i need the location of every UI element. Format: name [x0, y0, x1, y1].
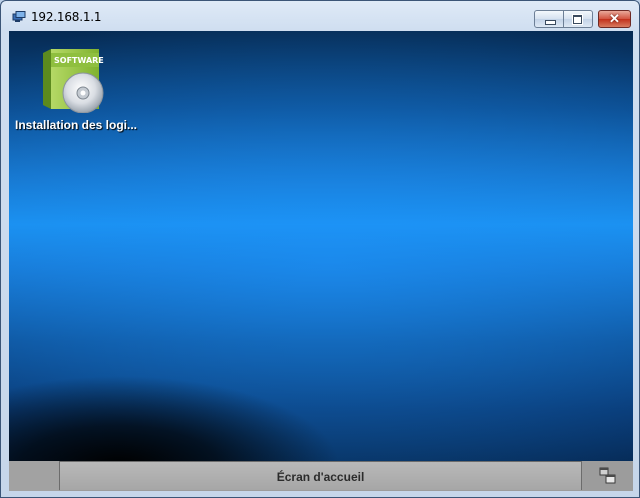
remote-session-window: 192.168.1.1 ✕ SOFTWARE Installation des … [0, 0, 640, 498]
home-screen-tab[interactable]: Écran d'accueil [59, 461, 582, 490]
desktop-icon-software-install[interactable]: SOFTWARE Installation des logi... [13, 45, 141, 135]
minimize-icon [545, 20, 556, 25]
close-button[interactable]: ✕ [598, 10, 631, 28]
minimize-button[interactable] [534, 10, 564, 28]
session-taskbar: Écran d'accueil [9, 461, 633, 491]
title-bar[interactable]: 192.168.1.1 ✕ [1, 1, 639, 31]
maximize-button[interactable] [564, 10, 593, 28]
remote-desktop-area[interactable]: SOFTWARE Installation des logi... [9, 31, 633, 461]
window-title: 192.168.1.1 [31, 10, 102, 24]
window-switch-icon[interactable] [598, 466, 618, 486]
home-screen-label: Écran d'accueil [276, 470, 365, 484]
close-icon: ✕ [609, 11, 620, 26]
remote-desktop-icon [12, 11, 26, 22]
taskbar-left-segment [9, 461, 59, 491]
svg-text:SOFTWARE: SOFTWARE [54, 56, 104, 65]
software-box-icon: SOFTWARE [43, 49, 104, 113]
maximize-icon [573, 15, 582, 24]
desktop-icon-label: Installation des logi... [15, 118, 138, 132]
